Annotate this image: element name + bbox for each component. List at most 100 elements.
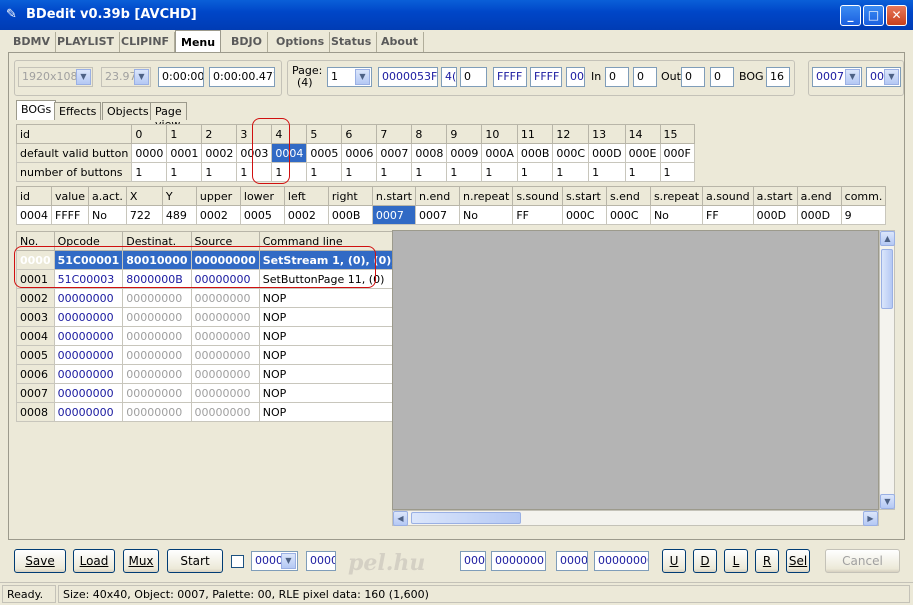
tab-page-view[interactable]: Page view: [150, 102, 187, 131]
bog-cell[interactable]: 000E: [624, 143, 661, 163]
button-cell[interactable]: No: [649, 205, 704, 225]
bog-column-header[interactable]: 9: [446, 124, 483, 144]
command-cell[interactable]: 0002: [16, 288, 55, 308]
button-cell[interactable]: FF: [512, 205, 563, 225]
command-cell[interactable]: 0006: [16, 364, 55, 384]
bog-cell[interactable]: 1: [411, 162, 448, 182]
start-button[interactable]: Start: [167, 549, 223, 573]
button-cell[interactable]: 0007: [414, 205, 460, 225]
tab-options[interactable]: Options: [271, 32, 331, 52]
command-cell[interactable]: 0008: [16, 402, 55, 422]
bog-cell[interactable]: 1: [306, 162, 343, 182]
bog-column-header[interactable]: 15: [659, 124, 695, 144]
button-cell[interactable]: 0002: [283, 205, 329, 225]
scroll-down-icon[interactable]: ▼: [880, 494, 895, 509]
button-cell[interactable]: No: [88, 205, 127, 225]
command-cell[interactable]: 00000000: [190, 250, 260, 270]
button-cell[interactable]: 489: [161, 205, 197, 225]
button-column-header[interactable]: right: [327, 186, 373, 206]
save-button[interactable]: Save: [14, 549, 66, 573]
scroll-right-icon[interactable]: ▶: [863, 511, 878, 526]
command-cell[interactable]: 0001: [16, 269, 55, 289]
button-cell[interactable]: No: [458, 205, 514, 225]
bog-cell[interactable]: 1: [552, 162, 590, 182]
command-cell[interactable]: 0000: [16, 250, 55, 270]
button-column-header[interactable]: s.end: [605, 186, 651, 206]
command-cell[interactable]: 00000000: [122, 307, 192, 327]
bog-count-field[interactable]: 16: [766, 67, 790, 87]
bog-cell[interactable]: 000B: [516, 143, 554, 163]
command-cell[interactable]: 0003: [16, 307, 55, 327]
command-cell[interactable]: 0005: [16, 345, 55, 365]
bog-column-header[interactable]: 5: [306, 124, 343, 144]
command-column-header[interactable]: Destinat.: [122, 231, 192, 251]
button-column-header[interactable]: s.start: [561, 186, 607, 206]
bog-cell[interactable]: 1: [341, 162, 378, 182]
bog-column-header[interactable]: 11: [516, 124, 554, 144]
scroll-thumb[interactable]: [881, 249, 893, 309]
command-cell[interactable]: 00000000: [53, 364, 124, 384]
resolution-select[interactable]: 1920x1080 ▼: [18, 67, 93, 87]
page-field-d[interactable]: FFFF: [530, 67, 562, 87]
page-select[interactable]: 1 ▼: [327, 67, 372, 87]
button-column-header[interactable]: a.start: [752, 186, 798, 206]
bog-cell[interactable]: 1: [201, 162, 238, 182]
table-row[interactable]: 0007 00000000 00000000 00000000 NOP: [16, 383, 421, 403]
command-cell[interactable]: 00000000: [53, 345, 124, 365]
button-column-header[interactable]: n.repeat: [458, 186, 514, 206]
framerate-select[interactable]: 23.97 ▼: [101, 67, 151, 87]
button-cell[interactable]: 000C: [561, 205, 607, 225]
table-row[interactable]: 0008 00000000 00000000 00000000 NOP: [16, 402, 421, 422]
bog-cell[interactable]: 000C: [552, 143, 590, 163]
out-field-b[interactable]: 0: [710, 67, 734, 87]
command-cell[interactable]: 00000000: [190, 307, 260, 327]
table-row[interactable]: 0001 51C00003 8000000B 00000000 SetButtonPag…: [16, 269, 421, 289]
tab-bdjo[interactable]: BDJO: [226, 32, 268, 52]
tab-about[interactable]: About: [376, 32, 425, 52]
command-cell[interactable]: 00000000: [190, 364, 260, 384]
command-cell[interactable]: 8000000B: [122, 269, 192, 289]
tab-playlist[interactable]: PLAYLIST: [52, 32, 121, 52]
table-row[interactable]: 0005 00000000 00000000 00000000 NOP: [16, 345, 421, 365]
close-button[interactable]: ✕: [886, 5, 907, 26]
bog-cell[interactable]: 0002: [201, 143, 238, 163]
scroll-thumb[interactable]: [411, 512, 521, 524]
bottom-select[interactable]: 0000 ▼: [251, 551, 298, 571]
button-column-header[interactable]: s.repeat: [649, 186, 704, 206]
button-column-header[interactable]: value: [50, 186, 90, 206]
button-column-header[interactable]: comm.: [840, 186, 887, 206]
command-cell[interactable]: 00000000: [53, 383, 124, 403]
minimize-button[interactable]: _: [840, 5, 861, 26]
command-cell[interactable]: 00000000: [190, 288, 260, 308]
object-select[interactable]: 0007 ▼: [812, 67, 862, 87]
command-cell[interactable]: 00000000: [190, 326, 260, 346]
bog-column-header[interactable]: 1: [166, 124, 203, 144]
command-column-header[interactable]: No.: [16, 231, 55, 251]
bog-cell[interactable]: 1: [271, 162, 308, 182]
tab-status[interactable]: Status: [326, 32, 378, 52]
button-column-header[interactable]: X: [125, 186, 163, 206]
bog-cell[interactable]: 0008: [411, 143, 448, 163]
bog-column-header[interactable]: 14: [624, 124, 661, 144]
button-column-header[interactable]: s.sound: [512, 186, 563, 206]
button-cell[interactable]: 000D: [796, 205, 842, 225]
in-field-b[interactable]: 0: [633, 67, 657, 87]
bog-cell[interactable]: 1: [166, 162, 203, 182]
button-cell[interactable]: 000D: [752, 205, 798, 225]
bottom-field-4[interactable]: 00000000: [594, 551, 649, 571]
button-column-header[interactable]: a.end: [796, 186, 842, 206]
bog-cell[interactable]: 000D: [588, 143, 626, 163]
bog-cell[interactable]: 1: [376, 162, 413, 182]
page-field-e[interactable]: 00: [566, 67, 585, 87]
button-column-header[interactable]: upper: [195, 186, 241, 206]
tab-objects[interactable]: Objects: [102, 102, 154, 120]
button-cell[interactable]: 722: [125, 205, 163, 225]
table-row[interactable]: 0002 00000000 00000000 00000000 NOP: [16, 288, 421, 308]
bog-column-header[interactable]: 4: [271, 124, 308, 144]
bog-column-header[interactable]: 3: [236, 124, 273, 144]
command-cell[interactable]: 0007: [16, 383, 55, 403]
tab-menu[interactable]: Menu: [175, 30, 222, 52]
button-cell[interactable]: 0002: [195, 205, 241, 225]
command-cell[interactable]: 51C00001: [53, 250, 124, 270]
bog-cell[interactable]: 1: [236, 162, 273, 182]
